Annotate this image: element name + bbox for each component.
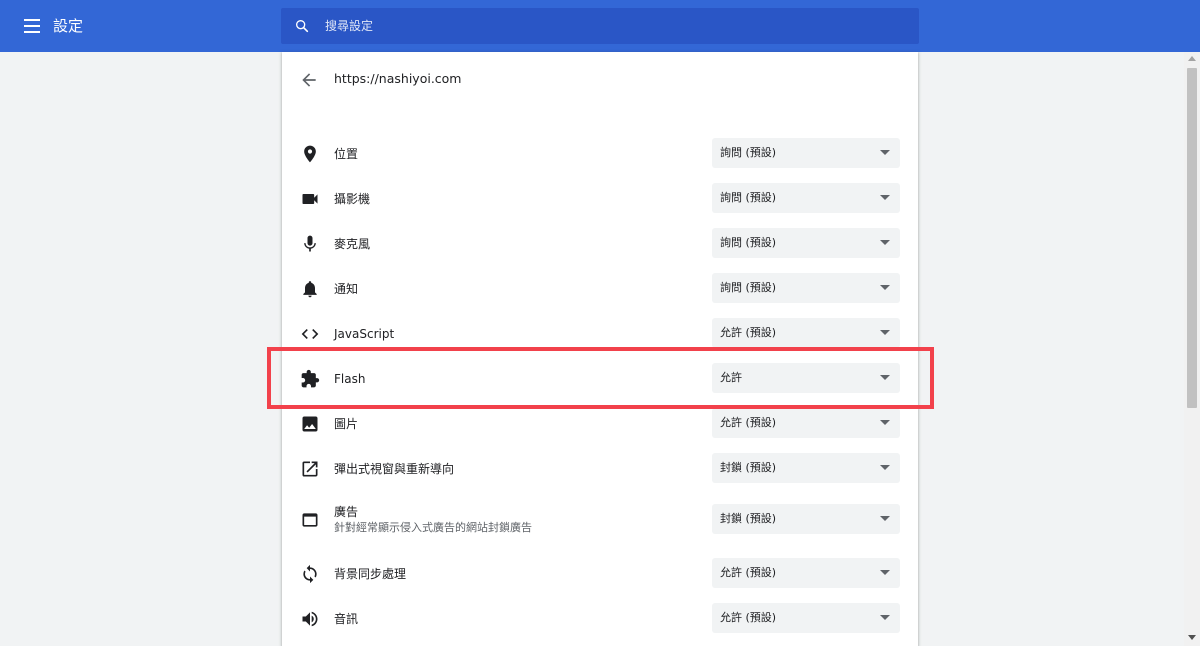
select-value: 詢問 (預設) [720, 191, 777, 204]
permission-select-camera[interactable]: 詢問 (預設) [712, 183, 900, 213]
arrow-back-icon[interactable] [299, 70, 319, 90]
bell-icon [303, 281, 317, 298]
permission-select-ads[interactable]: 封鎖 (預設) [712, 504, 900, 534]
search-box[interactable] [281, 8, 919, 44]
permission-row-images: 圖片 允許 (預設) [282, 401, 918, 446]
permission-label: 通知 [334, 282, 359, 296]
top-app-bar: 設定 [0, 0, 1200, 52]
permission-row-camera: 攝影機 詢問 (預設) [282, 176, 918, 221]
permission-row-javascript: JavaScript 允許 (預設) [282, 311, 918, 356]
search-icon [296, 19, 309, 33]
permission-row-microphone: 麥克風 詢問 (預設) [282, 221, 918, 266]
select-value: 允許 (預設) [720, 611, 777, 624]
permission-row-background-sync: 背景同步處理 允許 (預設) [282, 551, 918, 596]
permission-select-microphone[interactable]: 詢問 (預設) [712, 228, 900, 258]
select-value: 封鎖 (預設) [720, 461, 777, 474]
select-value: 允許 [720, 371, 742, 384]
permission-row-notifications: 通知 詢問 (預設) [282, 266, 918, 311]
sync-icon [303, 564, 317, 584]
dropdown-arrow-icon [880, 465, 890, 470]
dropdown-arrow-icon [880, 375, 890, 380]
select-value: 允許 (預設) [720, 416, 777, 429]
select-value: 詢問 (預設) [720, 281, 777, 294]
permission-label: 位置 [334, 147, 359, 161]
page-title: 設定 [53, 17, 84, 35]
dropdown-arrow-icon [880, 285, 890, 290]
permission-row-sound: 音訊 允許 (預設) [282, 596, 918, 641]
permission-label: Flash [334, 372, 366, 386]
permission-label: 攝影機 [334, 192, 371, 206]
scrollbar[interactable] [1184, 52, 1200, 646]
permission-label: 彈出式視窗與重新導向 [334, 462, 455, 476]
permission-row-popups: 彈出式視窗與重新導向 封鎖 (預設) [282, 446, 918, 491]
camera-icon [302, 194, 318, 204]
speaker-icon [302, 611, 318, 627]
dropdown-arrow-icon [880, 330, 890, 335]
dropdown-arrow-icon [880, 570, 890, 575]
code-icon [301, 329, 319, 339]
permission-sublabel: 針對經常顯示侵入式廣告的網站封鎖廣告 [334, 521, 532, 534]
permission-select-location[interactable]: 詢問 (預設) [712, 138, 900, 168]
search-input[interactable] [325, 8, 905, 44]
permission-select-javascript[interactable]: 允許 (預設) [712, 318, 900, 348]
web-ad-icon [302, 513, 318, 527]
dropdown-arrow-icon [880, 516, 890, 521]
scrollbar-thumb[interactable] [1187, 68, 1197, 408]
select-value: 詢問 (預設) [720, 236, 777, 249]
select-value: 詢問 (預設) [720, 146, 777, 159]
permission-select-images[interactable]: 允許 (預設) [712, 408, 900, 438]
image-icon [302, 416, 318, 432]
permission-label: 背景同步處理 [334, 567, 407, 581]
dropdown-arrow-icon [880, 195, 890, 200]
permission-row-flash: Flash 允許 [282, 356, 918, 401]
permission-label: JavaScript [334, 327, 395, 341]
hamburger-menu-icon[interactable] [22, 15, 44, 37]
puzzle-piece-icon [301, 369, 320, 388]
select-value: 允許 (預設) [720, 566, 777, 579]
select-value: 封鎖 (預設) [720, 512, 777, 525]
scroll-up-arrow-icon[interactable] [1188, 56, 1196, 61]
permission-select-notifications[interactable]: 詢問 (預設) [712, 273, 900, 303]
permission-select-popups[interactable]: 封鎖 (預設) [712, 453, 900, 483]
permission-label: 音訊 [334, 612, 359, 626]
open-in-new-icon [302, 461, 318, 477]
dropdown-arrow-icon [880, 615, 890, 620]
site-settings-card: https://nashiyoi.com 位置 詢問 (預設) 攝影機 詢問 (… [282, 52, 918, 646]
scroll-down-arrow-icon[interactable] [1188, 635, 1196, 640]
dropdown-arrow-icon [880, 240, 890, 245]
permission-row-location: 位置 詢問 (預設) [282, 131, 918, 176]
permission-row-ads: 廣告 針對經常顯示侵入式廣告的網站封鎖廣告 封鎖 (預設) [282, 497, 918, 542]
site-url: https://nashiyoi.com [334, 71, 462, 86]
site-header: https://nashiyoi.com [282, 52, 918, 108]
permission-label: 圖片 [334, 417, 359, 431]
permission-select-background-sync[interactable]: 允許 (預設) [712, 558, 900, 588]
permission-label: 廣告 [334, 505, 359, 519]
select-value: 允許 (預設) [720, 326, 777, 339]
permission-select-flash[interactable]: 允許 [712, 363, 900, 393]
microphone-icon [304, 235, 316, 252]
location-pin-icon [304, 145, 316, 163]
permission-select-sound[interactable]: 允許 (預設) [712, 603, 900, 633]
dropdown-arrow-icon [880, 150, 890, 155]
permission-label: 麥克風 [334, 237, 371, 251]
dropdown-arrow-icon [880, 420, 890, 425]
